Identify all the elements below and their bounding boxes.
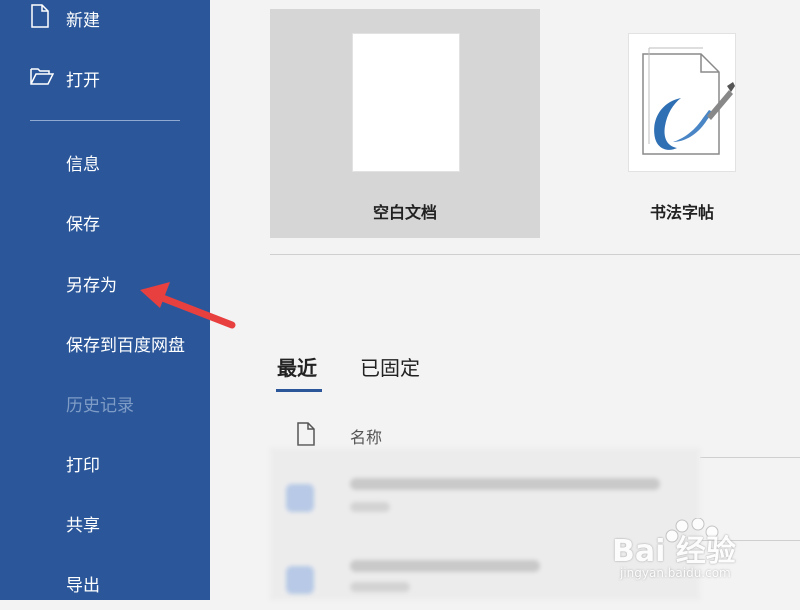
nav-open[interactable]: 打开: [0, 56, 210, 100]
nav-save[interactable]: 保存: [0, 200, 210, 244]
nav-info[interactable]: 信息: [0, 140, 210, 184]
calligraphy-thumbnail: [628, 33, 736, 172]
nav-save-to-baidu-pan[interactable]: 保存到百度网盘: [0, 321, 210, 365]
list-rule: [700, 457, 800, 458]
templates-divider: [270, 254, 800, 255]
watermark-text: Bai 经验: [612, 534, 736, 569]
sidebar-separator: [30, 120, 180, 121]
nav-open-label: 打开: [66, 70, 100, 91]
watermark-url: jingyan.baidu.com: [620, 566, 731, 580]
nav-new-label: 新建: [66, 10, 100, 31]
nav-history: 历史记录: [0, 381, 210, 425]
nav-share-label: 共享: [66, 515, 100, 536]
blank-document-thumbnail: [352, 33, 460, 172]
column-header-name[interactable]: 名称: [350, 424, 382, 448]
file-row-title-blurred: [350, 478, 660, 490]
nav-export-label: 导出: [66, 575, 100, 596]
template-calligraphy[interactable]: 书法字帖: [547, 9, 800, 238]
template-blank-document-label: 空白文档: [372, 203, 437, 222]
tab-pinned[interactable]: 已固定: [360, 352, 420, 381]
nav-save-as[interactable]: 另存为: [0, 261, 210, 305]
nav-export[interactable]: 导出: [0, 561, 210, 605]
baidu-jingyan-watermark: Bai 经验 jingyan.baidu.com: [612, 518, 792, 598]
nav-save-as-label: 另存为: [66, 275, 117, 296]
file-column-icon: [296, 422, 316, 450]
nav-save-to-baidu-pan-label: 保存到百度网盘: [66, 335, 185, 356]
nav-print[interactable]: 打印: [0, 441, 210, 485]
nav-share[interactable]: 共享: [0, 501, 210, 545]
word-file-icon: [286, 484, 314, 512]
template-blank-document[interactable]: 空白文档: [270, 9, 540, 238]
file-row[interactable]: [270, 454, 700, 524]
nav-save-label: 保存: [66, 214, 100, 235]
file-row-path-blurred: [350, 502, 390, 512]
nav-print-label: 打印: [66, 455, 100, 476]
new-document-icon: [30, 4, 50, 32]
word-file-icon: [286, 566, 314, 594]
backstage-sidebar: 新建 打开 信息 保存 另存为 保存到百度网盘 历史记录 打印 共享 导出: [0, 0, 210, 600]
calligraphy-brush-icon: [642, 47, 735, 155]
tab-recent-underline: [276, 389, 322, 392]
file-row-title-blurred: [350, 560, 540, 572]
nav-new[interactable]: 新建: [0, 0, 210, 40]
nav-info-label: 信息: [66, 154, 100, 175]
file-row-path-blurred: [350, 582, 410, 592]
folder-open-icon: [30, 66, 55, 90]
tab-recent[interactable]: 最近: [277, 352, 317, 381]
nav-history-label: 历史记录: [66, 395, 134, 416]
template-calligraphy-label: 书法字帖: [649, 203, 714, 222]
